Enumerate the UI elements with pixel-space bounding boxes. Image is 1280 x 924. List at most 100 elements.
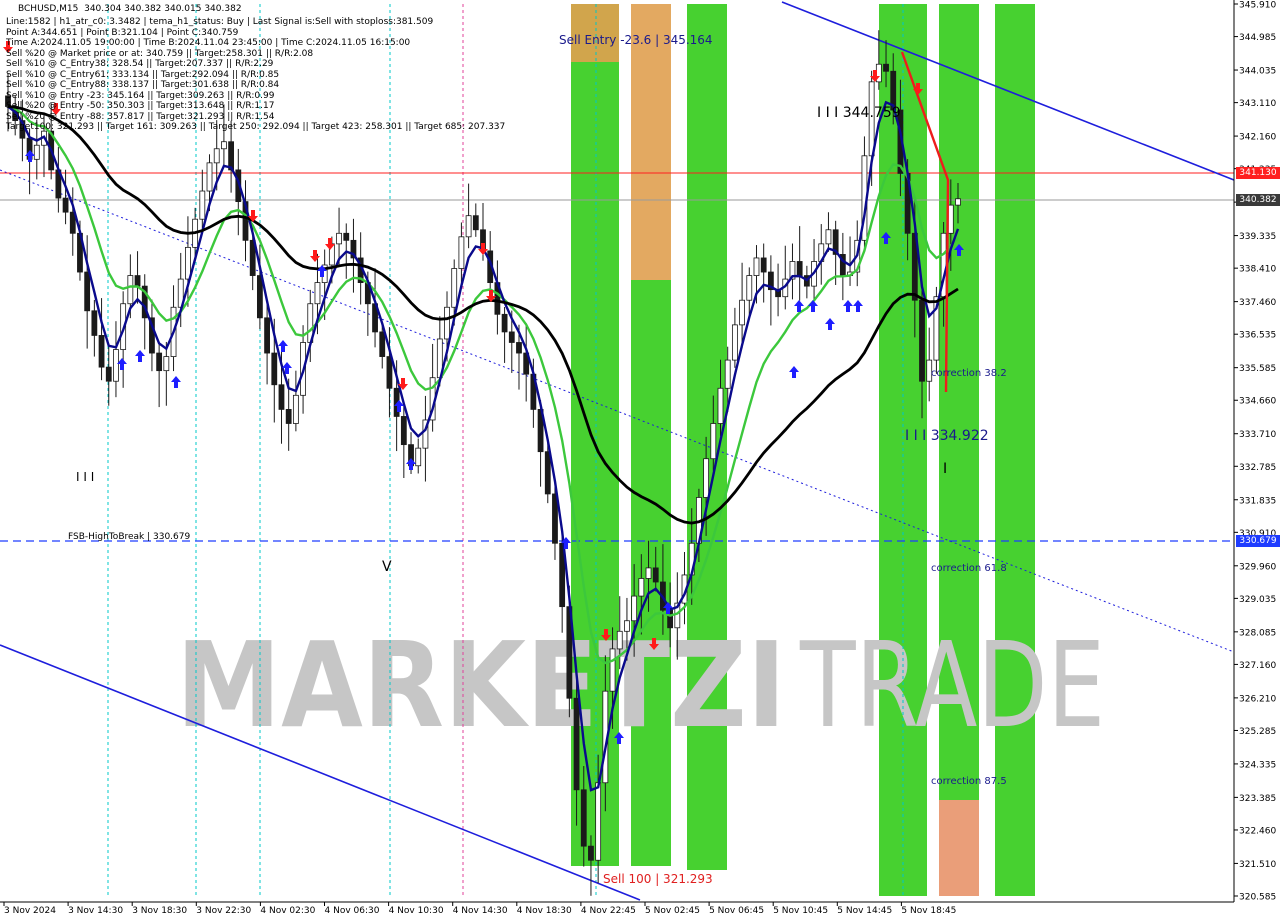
candle-body: [472, 215, 479, 231]
signal-info-line: Sell %10 @ C_Entry88: 338.137 || Target:…: [6, 80, 280, 90]
x-axis-tick-label: 3 Nov 18:30: [132, 906, 187, 916]
candle-body: [199, 190, 206, 220]
candle-body: [444, 306, 450, 340]
fsb-price-box: 330.679: [1236, 535, 1280, 547]
fsb-label: FSB-HighToBreak | 330.679: [68, 532, 190, 542]
y-axis-tick-label: 322.460: [1239, 826, 1276, 836]
y-axis-tick-label: 321.510: [1239, 860, 1276, 870]
y-axis-tick-label: 323.385: [1239, 794, 1276, 804]
candle-body: [163, 356, 170, 372]
y-axis-tick-label: 325.285: [1239, 727, 1276, 737]
x-axis-tick-label: 4 Nov 02:30: [260, 906, 315, 916]
signal-info-line: Sell %10 @ C_Entry38: 328.54 || Target:2…: [6, 59, 274, 69]
candle-body: [717, 387, 724, 424]
candle-body: [825, 229, 832, 245]
y-axis-tick-label: 326.210: [1239, 694, 1276, 704]
correction-bottom-band: [939, 800, 979, 896]
candle-body: [386, 356, 393, 389]
target-zone-band: [995, 4, 1035, 896]
candle-body: [91, 310, 98, 336]
candle-body: [458, 236, 465, 269]
signal-info-line: Time A:2024.11.05 19:00:00 | Time B:2024…: [6, 38, 411, 48]
candle-body: [314, 282, 321, 305]
x-axis-tick-label: 5 Nov 14:45: [837, 906, 892, 916]
x-axis-tick-label: 5 Nov 06:45: [709, 906, 764, 916]
chart-area: MARKETZI TRADE 345.910 344.985 344.035 343.…: [0, 0, 1280, 920]
y-axis-tick-label: 333.710: [1239, 430, 1276, 440]
candle-body: [919, 299, 925, 382]
price-chart: MARKETZI TRADE 345.910 344.985 344.035 343.…: [0, 0, 1280, 920]
candle-body: [746, 275, 753, 301]
candle-body: [285, 409, 292, 424]
candle-body: [113, 349, 119, 382]
y-axis-tick-label: 334.660: [1239, 397, 1276, 407]
candle-body: [947, 204, 954, 234]
candle-body: [336, 232, 342, 245]
candle-body: [796, 261, 803, 276]
candle-body: [343, 232, 350, 241]
y-axis-tick-label: 332.785: [1239, 463, 1276, 473]
candle-body: [156, 352, 163, 372]
y-axis-tick-label: 320.585: [1239, 893, 1276, 903]
candle-body: [415, 447, 422, 467]
candle-body: [731, 324, 738, 361]
candle-body: [573, 697, 580, 791]
point-c-label: I I I 334.922: [905, 428, 989, 444]
correction-38-label: correction 38.2: [931, 368, 1007, 379]
y-axis-tick-label: 342.160: [1239, 133, 1276, 143]
y-axis-tick-label: 328.085: [1239, 628, 1276, 638]
candle-body: [753, 257, 760, 276]
y-axis-tick-label: 343.110: [1239, 99, 1276, 109]
candle-body: [127, 275, 134, 305]
y-axis-tick-label: 345.910: [1239, 1, 1276, 11]
x-axis-tick-label: 4 Nov 10:30: [389, 906, 444, 916]
x-axis-tick-label: 4 Nov 14:30: [453, 906, 508, 916]
x-axis-tick-label: 3 Nov 2024: [4, 906, 56, 916]
candle-body: [62, 197, 69, 213]
candle-body: [508, 331, 515, 343]
x-axis-tick-label: 5 Nov 10:45: [773, 906, 828, 916]
candle-body: [264, 317, 270, 354]
signal-info-line: Line:1582 | h1_atr_c0: 3.3482 | tema_h1_…: [6, 17, 434, 27]
candle-body: [724, 359, 731, 389]
y-axis-tick-label: 331.835: [1239, 496, 1276, 506]
red-price-box: 341.130: [1236, 167, 1280, 179]
candle-body: [451, 268, 458, 308]
x-axis-tick-label: 4 Nov 06:30: [325, 906, 380, 916]
candle-body: [292, 394, 299, 424]
candle-body: [465, 215, 472, 238]
candle-body: [883, 63, 889, 72]
candle-body: [33, 144, 40, 160]
wave-i-label: I: [943, 461, 947, 477]
candle-body: [221, 141, 227, 150]
x-axis-tick-label: 4 Nov 18:30: [517, 906, 572, 916]
y-axis-tick-label: 336.535: [1239, 331, 1276, 341]
candle-body: [955, 198, 961, 206]
signal-info-block: Line:1582 | h1_atr_c0: 3.3482 | tema_h1_…: [6, 17, 505, 133]
watermark-light: TRADE: [799, 616, 1105, 754]
y-axis-tick-label: 324.335: [1239, 760, 1276, 770]
watermark-dark: MARKETZI: [176, 616, 786, 754]
sell-entry-label: Sell Entry -23.6 | 345.164: [559, 33, 713, 47]
candle-body: [710, 423, 717, 460]
candle-body: [501, 313, 508, 333]
signal-info-line: Sell %20 @ Market price or at: 340.759 |…: [6, 48, 314, 59]
candle-body: [379, 331, 386, 357]
x-axis-tick-label: 3 Nov 22:30: [196, 906, 251, 916]
x-axis-tick-label: 3 Nov 14:30: [68, 906, 123, 916]
candle-body: [652, 567, 659, 583]
symbol-header: BCHUSD,M15 340.304 340.382 340.015 340.3…: [18, 4, 242, 14]
candle-body: [105, 366, 112, 382]
signal-info-line: Sell %20 @ Entry -50: 350.303 || Target:…: [6, 101, 275, 111]
wave-iii-label: I I I: [76, 470, 94, 484]
candle-body: [703, 458, 710, 498]
wave-v-label: V: [382, 559, 392, 575]
candle-body: [595, 782, 602, 861]
signal-info-line: Sell %20 @ Entry -88: 357.817 || Target:…: [6, 111, 275, 122]
candle-body: [638, 578, 645, 597]
candle-body: [645, 567, 652, 579]
candle-body: [544, 451, 551, 495]
signal-info-line: Sell %10 @ C_Entry61: 333.134 || Target:…: [6, 69, 280, 80]
y-axis-tick-label: 344.035: [1239, 67, 1276, 77]
y-axis-tick-label: 329.035: [1239, 595, 1276, 605]
